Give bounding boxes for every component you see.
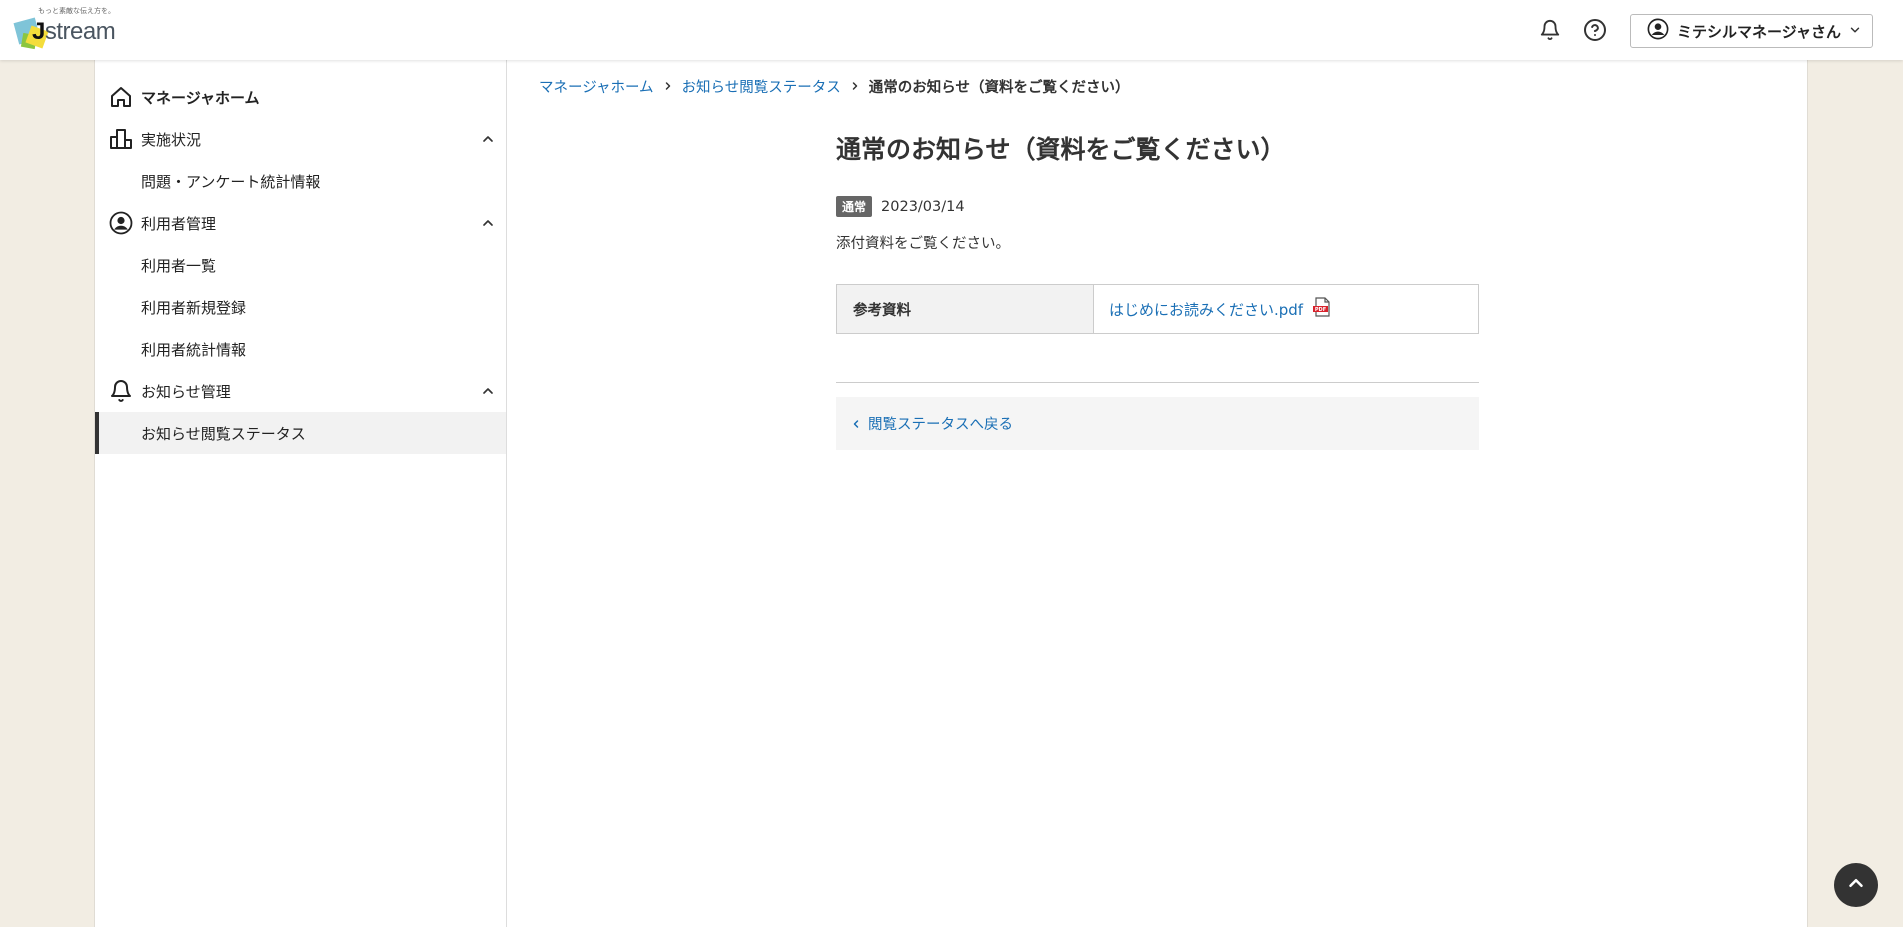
scroll-to-top-button[interactable] — [1834, 863, 1878, 907]
attachment-table: 参考資料 はじめにお読みください.pdf PDF — [836, 284, 1479, 334]
breadcrumb-link-notice-status[interactable]: お知らせ閲覧ステータス — [682, 76, 841, 97]
user-name: ミテシルマネージャさん — [1677, 22, 1841, 41]
chevron-up-icon — [480, 215, 496, 231]
sidebar-item-status[interactable]: 実施状況 — [95, 118, 506, 160]
attachment-link[interactable]: はじめにお読みください.pdf — [1109, 299, 1303, 320]
chevron-left-icon — [853, 419, 859, 428]
sidebar-item-user-management[interactable]: 利用者管理 — [95, 202, 506, 244]
logo-tagline: もっと素敵な伝え方を。 — [38, 7, 115, 15]
attachment-header: 参考資料 — [837, 285, 1094, 333]
notice-detail: 通常のお知らせ（資料をご覧ください） 通常 2023/03/14 添付資料をご覧… — [836, 60, 1479, 480]
user-avatar-icon — [1647, 18, 1669, 44]
logo-wordmark: Jstream — [32, 18, 116, 45]
notice-date: 2023/03/14 — [881, 198, 965, 215]
chevron-up-icon — [480, 383, 496, 399]
back-nav: 閲覧ステータスへ戻る — [836, 397, 1479, 450]
attachment-cell: はじめにお読みください.pdf PDF — [1094, 285, 1478, 333]
help-circle-icon[interactable] — [1582, 17, 1608, 43]
building-icon — [109, 127, 133, 151]
sidebar: マネージャホーム 実施状況 問題・アンケート統計情報 利用者管理 利用者一覧 利… — [95, 60, 507, 927]
sidebar-item-manager-home[interactable]: マネージャホーム — [95, 76, 506, 118]
sidebar-item-question-stats[interactable]: 問題・アンケート統計情報 — [95, 160, 506, 202]
back-to-status-link[interactable]: 閲覧ステータスへ戻る — [850, 413, 1013, 434]
chevron-right-icon — [662, 80, 674, 92]
divider — [836, 382, 1479, 383]
sidebar-item-user-stats[interactable]: 利用者統計情報 — [95, 328, 506, 370]
chevron-down-icon — [1848, 22, 1862, 41]
breadcrumb-link-home[interactable]: マネージャホーム — [539, 76, 654, 97]
home-icon — [109, 85, 133, 109]
jstream-logo[interactable]: もっと素敵な伝え方を。 Jstream — [13, 6, 124, 54]
notice-body: 添付資料をご覧ください。 — [836, 236, 1010, 252]
sidebar-item-user-list[interactable]: 利用者一覧 — [95, 244, 506, 286]
pdf-icon: PDF — [1311, 296, 1333, 322]
user-menu-button[interactable]: ミテシルマネージャさん — [1630, 14, 1873, 48]
page-title: 通常のお知らせ（資料をご覧ください） — [836, 135, 1286, 164]
sidebar-item-user-register[interactable]: 利用者新規登録 — [95, 286, 506, 328]
app-header: もっと素敵な伝え方を。 Jstream ミテシルマネージャさん — [0, 0, 1903, 60]
bell-icon — [109, 379, 133, 403]
category-badge: 通常 — [836, 196, 873, 217]
sidebar-item-notice-status[interactable]: お知らせ閲覧ステータス — [95, 412, 506, 454]
user-circle-icon — [109, 211, 133, 235]
sidebar-item-notice-management[interactable]: お知らせ管理 — [95, 370, 506, 412]
chevron-up-icon — [1845, 872, 1867, 898]
chevron-up-icon — [480, 131, 496, 147]
bell-icon[interactable] — [1537, 17, 1563, 43]
svg-text:PDF: PDF — [1315, 307, 1326, 313]
notice-meta: 通常 2023/03/14 — [836, 196, 965, 217]
